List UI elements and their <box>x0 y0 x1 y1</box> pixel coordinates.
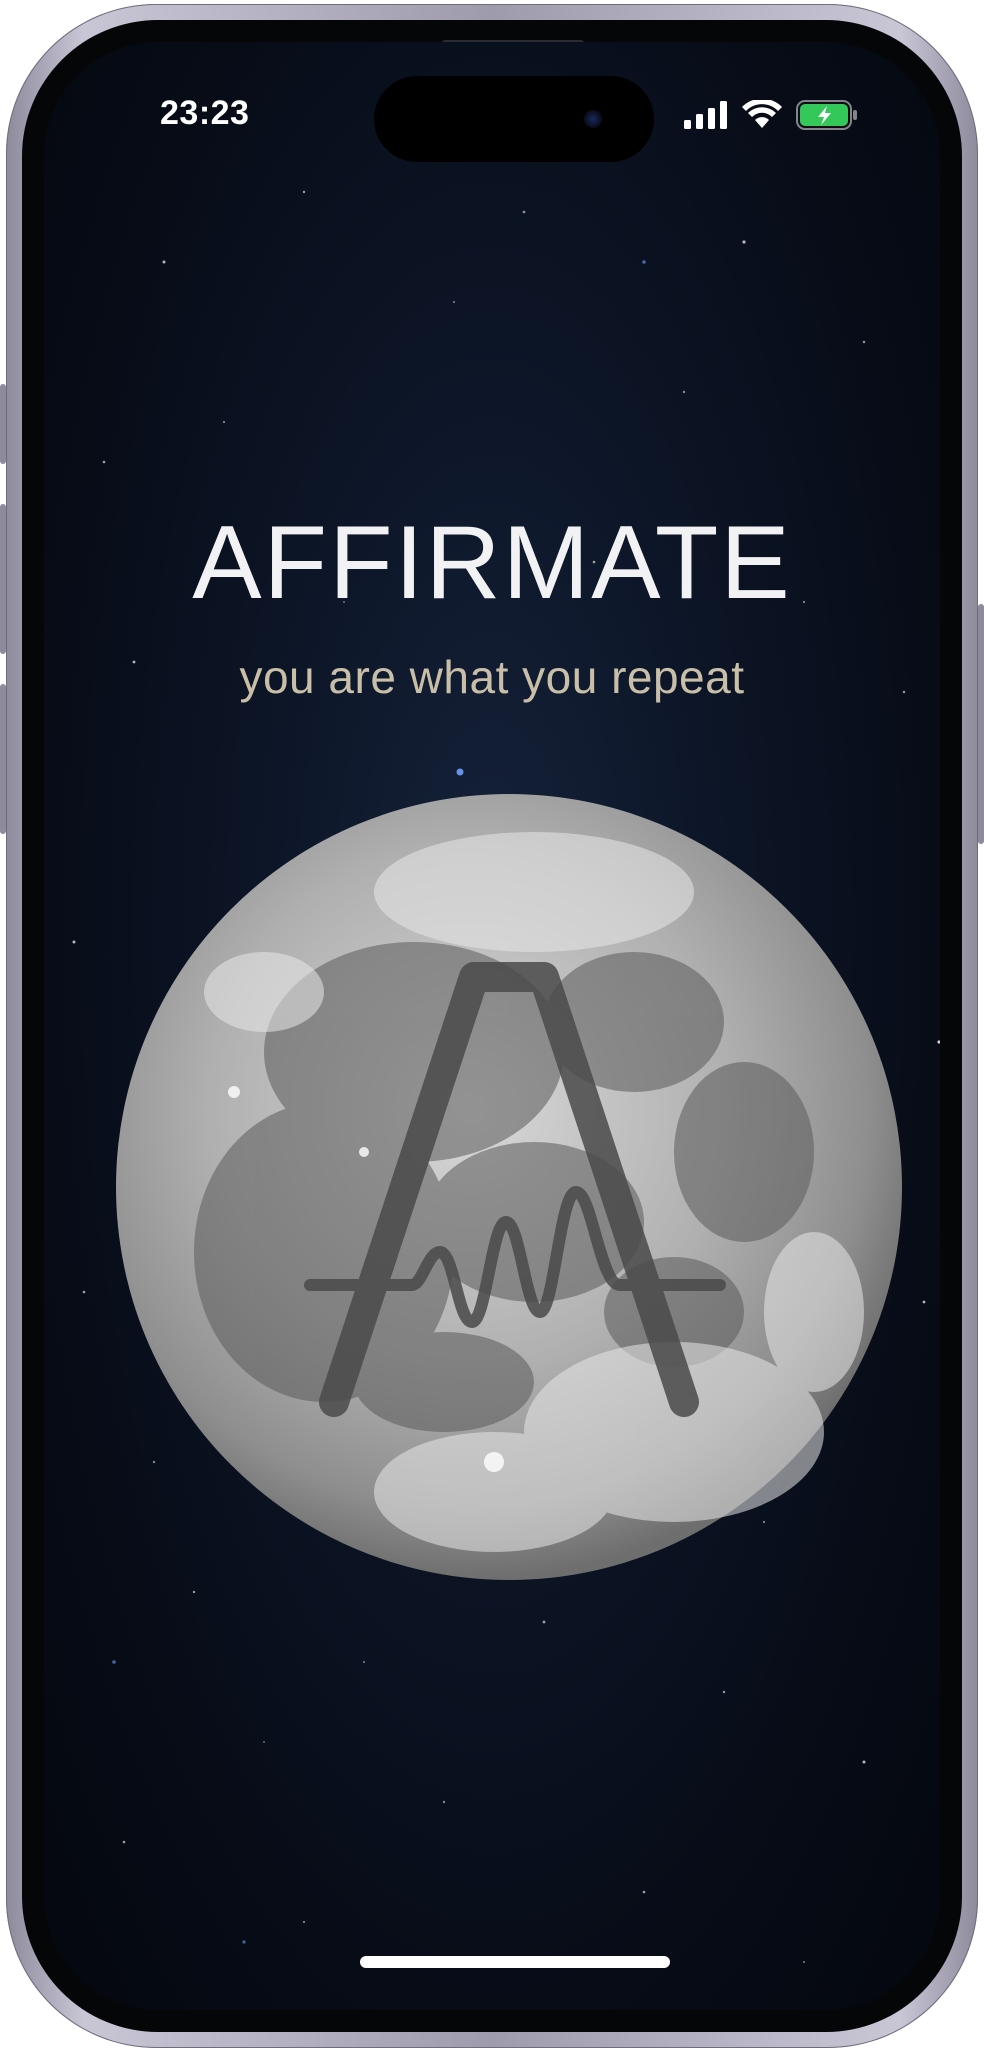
phone-frame: 23:23 AFFIRMATE you are what you repeat <box>0 4 984 2048</box>
screen: 23:23 AFFIRMATE you are what you repeat <box>44 42 940 2010</box>
phone-bezel: 23:23 AFFIRMATE you are what you repeat <box>22 20 962 2032</box>
volume-down-button <box>0 684 6 834</box>
action-button <box>0 384 6 464</box>
volume-up-button <box>0 504 6 654</box>
home-indicator[interactable] <box>360 1956 670 1968</box>
power-button <box>978 604 984 844</box>
affirmate-logo-icon <box>304 962 726 1417</box>
